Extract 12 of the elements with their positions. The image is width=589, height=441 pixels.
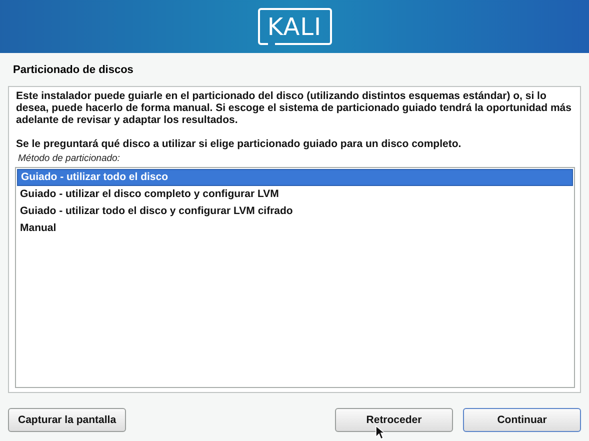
- list-label: Método de particionado:: [18, 153, 121, 164]
- logo-text: KALI: [267, 12, 322, 40]
- page-title: Particionado de discos: [13, 64, 134, 78]
- description-text: Se le preguntará qué disco a utilizar si elige particionado guiado para un disco completo.: [16, 138, 462, 150]
- list-option[interactable]: Guiado - utilizar todo el disco y configurar LVM cifrado: [17, 203, 573, 220]
- back-button[interactable]: Retroceder: [335, 408, 453, 432]
- list-option[interactable]: Guiado - utilizar el disco completo y configurar LVM: [17, 186, 573, 203]
- continue-button[interactable]: Continuar: [463, 408, 581, 432]
- list-option[interactable]: Manual: [17, 220, 573, 237]
- list-option[interactable]: Guiado - utilizar todo el disco: [17, 169, 573, 186]
- screenshot-button[interactable]: Capturar la pantalla: [8, 408, 126, 432]
- description-text: Este instalador puede guiarle en el particionado del disco (utilizando distintos esquemas estándar) o, si lo desea, puede hacerlo de forma manual. Si escoge el sistema de particionado guiado tendrá la oportunidad más adelante de revisar y adaptar los resultados.: [16, 90, 572, 126]
